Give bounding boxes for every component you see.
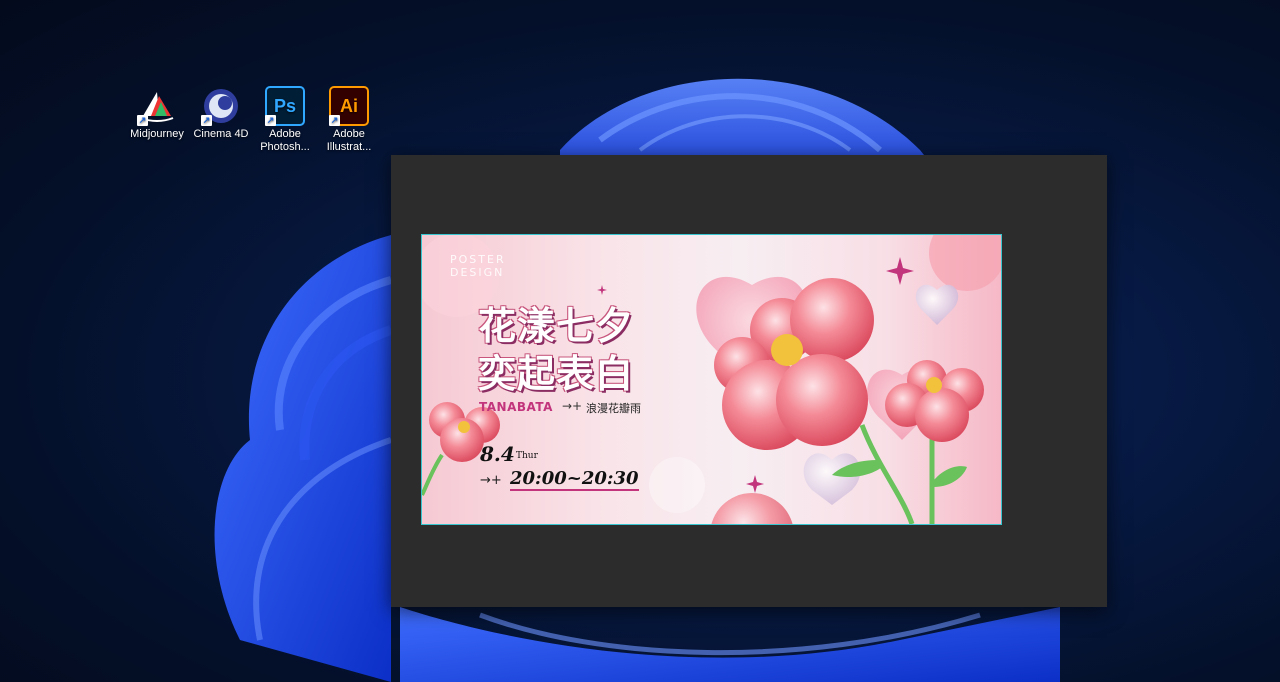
desktop-icon-label: Adobe Photosh...	[260, 128, 310, 153]
arrow-icon: →+	[562, 399, 583, 413]
desktop-icon-cinema4d[interactable]: ↗ Cinema 4D	[190, 86, 252, 141]
desktop-icon-midjourney[interactable]: ↗ Midjourney	[126, 86, 188, 141]
photoshop-icon: Ps ↗	[265, 86, 305, 126]
desktop-icon-photoshop[interactable]: Ps ↗ Adobe Photosh...	[254, 86, 316, 154]
design-app-window[interactable]: POSTER DESIGN 花漾七夕 奕起表白 TANABATA →+ 浪漫花瓣…	[391, 155, 1107, 607]
poster-subtitle: 浪漫花瓣雨	[586, 402, 641, 415]
headline-line-1: 花漾七夕	[478, 304, 635, 348]
headline-line-2: 奕起表白	[478, 352, 635, 396]
time-arrow-icon: →+	[480, 473, 502, 488]
desktop-icon-label: Cinema 4D	[193, 128, 249, 140]
desktop-icon-label: Adobe Illustrat...	[326, 128, 372, 153]
event-time: 20:00~20:30	[510, 468, 639, 491]
sailboat-icon: ↗	[137, 86, 177, 126]
poster-label: POSTER DESIGN	[450, 253, 506, 279]
illustrator-icon: Ai ↗	[329, 86, 369, 126]
event-date: 8.4	[480, 442, 515, 466]
poster-canvas[interactable]: POSTER DESIGN 花漾七夕 奕起表白 TANABATA →+ 浪漫花瓣…	[421, 234, 1002, 525]
desktop-icon-label: Midjourney	[130, 128, 184, 140]
tanabata-text: TANABATA	[479, 400, 553, 414]
desktop-icon-illustrator[interactable]: Ai ↗ Adobe Illustrat...	[318, 86, 380, 154]
event-day: Thur	[516, 451, 538, 461]
cinema4d-icon: ↗	[201, 86, 241, 126]
